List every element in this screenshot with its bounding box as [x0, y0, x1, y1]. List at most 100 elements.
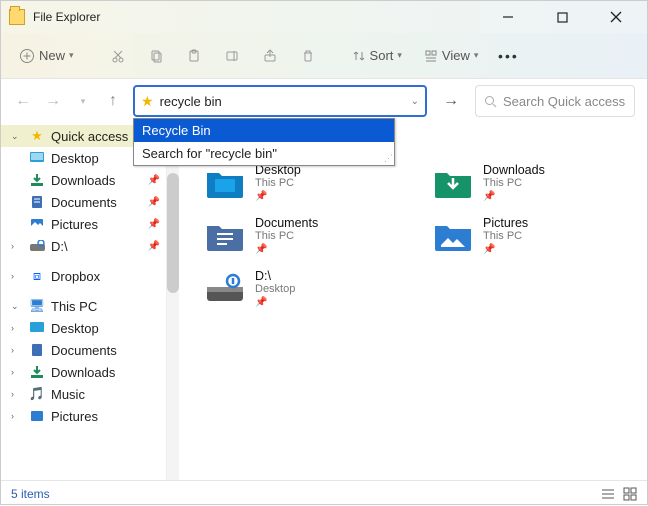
cut-button[interactable] — [102, 40, 134, 72]
dropbox-icon: ⧈ — [29, 268, 45, 284]
star-icon: ★ — [141, 93, 154, 110]
search-box[interactable]: Search Quick access — [475, 85, 635, 117]
desktop-icon — [29, 150, 45, 166]
chevron-right-icon[interactable]: › — [11, 323, 23, 333]
pin-icon: 📌 — [148, 197, 160, 208]
sidebar-item-downloads[interactable]: Downloads 📌 — [1, 169, 166, 191]
chevron-down-icon[interactable]: ⌄ — [411, 96, 419, 107]
sidebar-this-pc[interactable]: ⌄ 🖥 This PC — [1, 295, 166, 317]
folder-downloads-icon — [433, 165, 473, 201]
search-icon — [484, 95, 497, 108]
pictures-icon — [29, 408, 45, 424]
view-button[interactable]: View ▾ — [416, 44, 486, 67]
folder-pictures-icon — [433, 218, 473, 254]
up-button[interactable]: ↑ — [103, 92, 123, 110]
chevron-down-icon: ▾ — [397, 50, 402, 61]
minimize-button[interactable] — [493, 2, 523, 32]
chevron-down-icon: ▾ — [69, 50, 74, 61]
downloads-icon — [29, 364, 45, 380]
copy-icon — [148, 48, 164, 64]
address-bar[interactable]: ★ ⌄ Recycle Bin Search for "recycle bin"… — [133, 85, 427, 117]
recent-dropdown[interactable]: ▾ — [73, 96, 93, 107]
address-input[interactable] — [160, 94, 405, 109]
window-title: File Explorer — [33, 10, 100, 24]
dropdown-item-search[interactable]: Search for "recycle bin" — [134, 142, 394, 165]
documents-icon — [29, 342, 45, 358]
status-bar: 5 items — [1, 480, 647, 506]
share-button[interactable] — [254, 40, 286, 72]
sidebar-dropbox[interactable]: › ⧈ Dropbox — [1, 265, 166, 287]
copy-button[interactable] — [140, 40, 172, 72]
pin-icon: 📌 — [255, 244, 318, 255]
chevron-right-icon[interactable]: › — [11, 271, 23, 281]
star-icon: ★ — [29, 128, 45, 144]
chevron-right-icon[interactable]: › — [11, 345, 23, 355]
chevron-down-icon[interactable]: ⌄ — [11, 301, 23, 312]
trash-icon — [300, 48, 316, 64]
pin-icon: 📌 — [148, 219, 160, 230]
paste-button[interactable] — [178, 40, 210, 72]
sidebar-item-documents[interactable]: Documents 📌 — [1, 191, 166, 213]
chevron-right-icon[interactable]: › — [11, 411, 23, 421]
sidebar-item-d-drive[interactable]: › D:\ 📌 — [1, 235, 166, 257]
desktop-icon — [29, 320, 45, 336]
pin-icon: 📌 — [148, 175, 160, 186]
music-icon: 🎵 — [29, 386, 45, 402]
tile-downloads[interactable]: DownloadsThis PC📌 — [429, 159, 647, 206]
share-icon — [262, 48, 278, 64]
tile-d-drive[interactable]: D:\Desktop📌 — [201, 265, 419, 312]
downloads-icon — [29, 172, 45, 188]
drive-icon — [29, 238, 45, 254]
toolbar: New ▾ Sort ▾ View ▾ ••• — [1, 33, 647, 79]
sort-label: Sort — [370, 48, 394, 63]
maximize-button[interactable] — [547, 2, 577, 32]
tile-desktop[interactable]: DesktopThis PC📌 — [201, 159, 419, 206]
tiles-view-button[interactable] — [623, 487, 637, 501]
new-button[interactable]: New ▾ — [11, 44, 82, 68]
sort-button[interactable]: Sort ▾ — [344, 44, 410, 67]
documents-icon — [29, 194, 45, 210]
folder-documents-icon — [205, 218, 245, 254]
chevron-right-icon[interactable]: › — [11, 367, 23, 377]
sidebar-item-pictures[interactable]: Pictures 📌 — [1, 213, 166, 235]
go-button[interactable]: → — [437, 92, 465, 110]
main: ⌄ ★ Quick access Desktop 📌 Downloads 📌 D… — [1, 123, 647, 480]
pictures-icon — [29, 216, 45, 232]
address-dropdown: Recycle Bin Search for "recycle bin" ⋰ — [133, 118, 395, 166]
drive-icon — [205, 271, 245, 307]
search-placeholder: Search Quick access — [503, 94, 625, 109]
forward-button[interactable]: → — [43, 92, 63, 110]
sidebar-pc-pictures[interactable]: › Pictures — [1, 405, 166, 427]
resize-grip-icon[interactable]: ⋰ — [384, 153, 393, 164]
nav-row: ← → ▾ ↑ ★ ⌄ Recycle Bin Search for "recy… — [1, 79, 647, 123]
rename-button[interactable] — [216, 40, 248, 72]
content-pane: DesktopThis PC📌 DownloadsThis PC📌 Docume… — [167, 123, 647, 480]
close-button[interactable] — [601, 2, 631, 32]
titlebar: File Explorer — [1, 1, 647, 33]
sidebar-pc-downloads[interactable]: › Downloads — [1, 361, 166, 383]
back-button[interactable]: ← — [13, 92, 33, 110]
chevron-right-icon[interactable]: › — [11, 389, 23, 399]
pin-icon: 📌 — [483, 244, 528, 255]
chevron-down-icon[interactable]: ⌄ — [11, 131, 23, 142]
tile-pictures[interactable]: PicturesThis PC📌 — [429, 212, 647, 259]
pc-icon: 🖥 — [29, 298, 45, 314]
item-count: 5 items — [11, 487, 50, 501]
chevron-right-icon[interactable]: › — [11, 241, 23, 251]
sort-icon — [352, 49, 366, 63]
sidebar-pc-documents[interactable]: › Documents — [1, 339, 166, 361]
sidebar-pc-desktop[interactable]: › Desktop — [1, 317, 166, 339]
new-label: New — [39, 48, 65, 63]
folder-desktop-icon — [205, 165, 245, 201]
view-label: View — [442, 48, 470, 63]
details-view-button[interactable] — [601, 487, 615, 501]
tile-documents[interactable]: DocumentsThis PC📌 — [201, 212, 419, 259]
rename-icon — [224, 48, 240, 64]
sidebar-pc-music[interactable]: › 🎵 Music — [1, 383, 166, 405]
dropdown-item-recycle-bin[interactable]: Recycle Bin — [134, 119, 394, 142]
delete-button[interactable] — [292, 40, 324, 72]
scrollbar-thumb[interactable] — [167, 173, 179, 293]
plus-icon — [19, 48, 35, 64]
more-button[interactable]: ••• — [492, 40, 524, 72]
cut-icon — [110, 48, 126, 64]
